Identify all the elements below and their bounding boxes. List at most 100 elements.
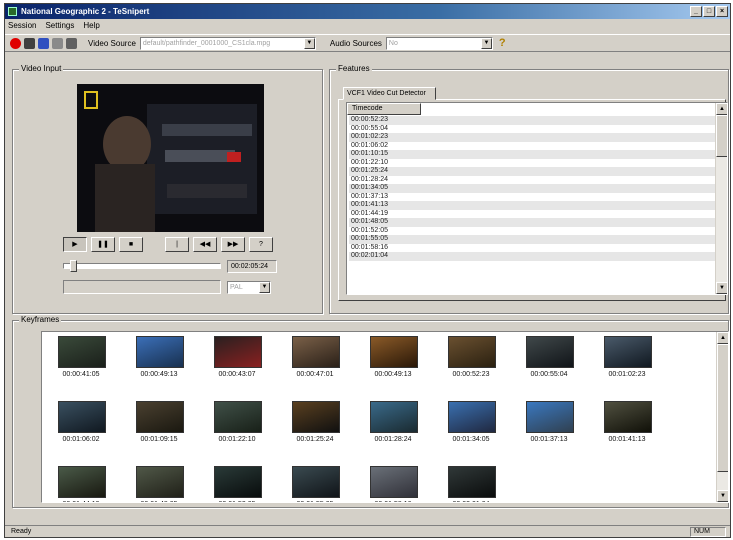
keyframe-thumbnail[interactable]: [448, 466, 496, 498]
list-item[interactable]: 00:01:52:05: [349, 227, 715, 236]
keyframes-scrollbar[interactable]: ▲ ▼: [716, 332, 728, 502]
scroll-thumb[interactable]: [717, 344, 728, 472]
keyframe-thumbnail[interactable]: [58, 466, 106, 498]
list-item[interactable]: 00:01:10:15: [349, 150, 715, 159]
list-item[interactable]: 00:01:48:05: [349, 218, 715, 227]
timecode-list[interactable]: Timecode 00:00:52:23 00:00:55:04 00:01:02:…: [346, 102, 728, 295]
timecode-column-header[interactable]: Timecode: [347, 103, 421, 115]
audio-source-select[interactable]: No ▼: [385, 36, 493, 50]
keyframe-item[interactable]: 00:01:22:10: [202, 401, 272, 453]
stop-icon[interactable]: [24, 37, 35, 49]
menu-session[interactable]: Session: [8, 20, 36, 32]
keyframe-thumbnail[interactable]: [214, 466, 262, 498]
keyframe-item[interactable]: 00:00:47:01: [280, 336, 350, 388]
keyframe-thumbnail[interactable]: [370, 466, 418, 498]
keyframe-item[interactable]: 00:02:01:04: [436, 466, 506, 502]
help-button[interactable]: ?: [249, 237, 273, 252]
keyframe-thumbnail[interactable]: [448, 401, 496, 433]
list-item[interactable]: 00:01:25:24: [349, 167, 715, 176]
keyframe-item[interactable]: 00:00:49:13: [124, 336, 194, 388]
list-item[interactable]: 00:01:34:05: [349, 184, 715, 193]
list-item[interactable]: 00:01:58:16: [349, 244, 715, 253]
keyframe-thumbnail[interactable]: [214, 336, 262, 368]
keyframe-thumbnail[interactable]: [448, 336, 496, 368]
keyframe-item[interactable]: 00:01:02:23: [592, 336, 662, 388]
keyframe-thumbnail[interactable]: [136, 336, 184, 368]
keyframe-thumbnail[interactable]: [526, 336, 574, 368]
menu-settings[interactable]: Settings: [45, 20, 74, 32]
camera-icon[interactable]: [66, 37, 77, 49]
keyframe-thumbnail[interactable]: [604, 401, 652, 433]
keyframe-thumbnail[interactable]: [292, 466, 340, 498]
keyframe-thumbnail[interactable]: [370, 401, 418, 433]
keyframe-item[interactable]: 00:00:55:04: [514, 336, 584, 388]
keyframe-item[interactable]: 00:01:52:05: [202, 466, 272, 502]
chevron-down-icon[interactable]: ▼: [480, 37, 492, 49]
seek-slider[interactable]: [63, 260, 221, 272]
keyframe-thumbnail[interactable]: [526, 401, 574, 433]
keyframe-thumbnail[interactable]: [58, 336, 106, 368]
list-item[interactable]: 00:01:28:24: [349, 176, 715, 185]
video-preview: [77, 84, 264, 232]
close-button[interactable]: ×: [716, 6, 728, 17]
keyframe-item[interactable]: 00:00:41:05: [46, 336, 116, 388]
maximize-button[interactable]: □: [703, 6, 715, 17]
keyframe-thumbnail[interactable]: [292, 336, 340, 368]
keyframe-item[interactable]: 00:00:49:13: [358, 336, 428, 388]
play-button[interactable]: ▶: [63, 237, 87, 252]
keyframe-thumbnail[interactable]: [604, 336, 652, 368]
scroll-up-icon[interactable]: ▲: [717, 332, 728, 344]
pause-button[interactable]: ❚❚: [91, 237, 115, 252]
keyframe-item[interactable]: 00:01:28:24: [358, 401, 428, 453]
open-icon[interactable]: [38, 37, 49, 49]
minimize-button[interactable]: _: [690, 6, 702, 17]
rewind-button[interactable]: ◀◀: [193, 237, 217, 252]
keyframe-item[interactable]: 00:01:44:19: [46, 466, 116, 502]
keyframe-item[interactable]: 00:01:06:02: [46, 401, 116, 453]
keyframe-item[interactable]: 00:01:09:15: [124, 401, 194, 453]
keyframe-item[interactable]: 00:01:37:13: [514, 401, 584, 453]
save-icon[interactable]: [52, 37, 63, 49]
list-item[interactable]: 00:00:55:04: [349, 125, 715, 134]
keyframe-thumbnail[interactable]: [58, 401, 106, 433]
menu-help[interactable]: Help: [83, 20, 99, 32]
keyframe-thumbnail[interactable]: [214, 401, 262, 433]
keyframe-item[interactable]: 00:01:34:05: [436, 401, 506, 453]
chevron-down-icon[interactable]: ▼: [303, 37, 315, 49]
list-item[interactable]: 00:01:22:10: [349, 159, 715, 168]
mark-button[interactable]: |: [165, 237, 189, 252]
list-item[interactable]: 00:01:44:19: [349, 210, 715, 219]
forward-button[interactable]: ▶▶: [221, 237, 245, 252]
list-item[interactable]: 00:01:02:23: [349, 133, 715, 142]
list-item[interactable]: 00:01:41:13: [349, 201, 715, 210]
keyframe-item[interactable]: 00:01:55:05: [280, 466, 350, 502]
scroll-up-icon[interactable]: ▲: [716, 103, 727, 115]
keyframe-item[interactable]: 00:01:48:05: [124, 466, 194, 502]
keyframe-item[interactable]: 00:00:43:07: [202, 336, 272, 388]
list-item[interactable]: 00:00:52:23: [349, 116, 715, 125]
question-mark-icon[interactable]: ?: [499, 37, 506, 49]
keyframe-item[interactable]: 00:01:41:13: [592, 401, 662, 453]
list-item[interactable]: 00:01:06:02: [349, 142, 715, 151]
list-item[interactable]: 00:01:37:13: [349, 193, 715, 202]
format-select[interactable]: PAL ▼: [227, 281, 271, 294]
keyframe-thumbnail[interactable]: [292, 401, 340, 433]
stop-button[interactable]: ■: [119, 237, 143, 252]
seek-thumb[interactable]: [70, 260, 77, 272]
keyframe-item[interactable]: 00:01:58:16: [358, 466, 428, 502]
keyframe-item[interactable]: 00:01:25:24: [280, 401, 350, 453]
scroll-thumb[interactable]: [716, 115, 727, 157]
record-icon[interactable]: [10, 37, 21, 49]
chevron-down-icon[interactable]: ▼: [259, 282, 270, 293]
keyframe-thumbnail[interactable]: [136, 401, 184, 433]
video-source-select[interactable]: default/pathfinder_0001000_CS1cla.mpg ▼: [139, 36, 316, 50]
scroll-down-icon[interactable]: ▼: [716, 282, 727, 294]
keyframe-thumbnail[interactable]: [136, 466, 184, 498]
list-scrollbar[interactable]: ▲ ▼: [715, 103, 727, 294]
keyframe-item[interactable]: 00:00:52:23: [436, 336, 506, 388]
keyframe-thumbnail[interactable]: [370, 336, 418, 368]
list-item[interactable]: 00:02:01:04: [349, 252, 715, 261]
tab-video-cut-detector[interactable]: VCF1 Video Cut Detector: [343, 87, 436, 100]
list-item[interactable]: 00:01:55:05: [349, 235, 715, 244]
scroll-down-icon[interactable]: ▼: [717, 490, 728, 502]
